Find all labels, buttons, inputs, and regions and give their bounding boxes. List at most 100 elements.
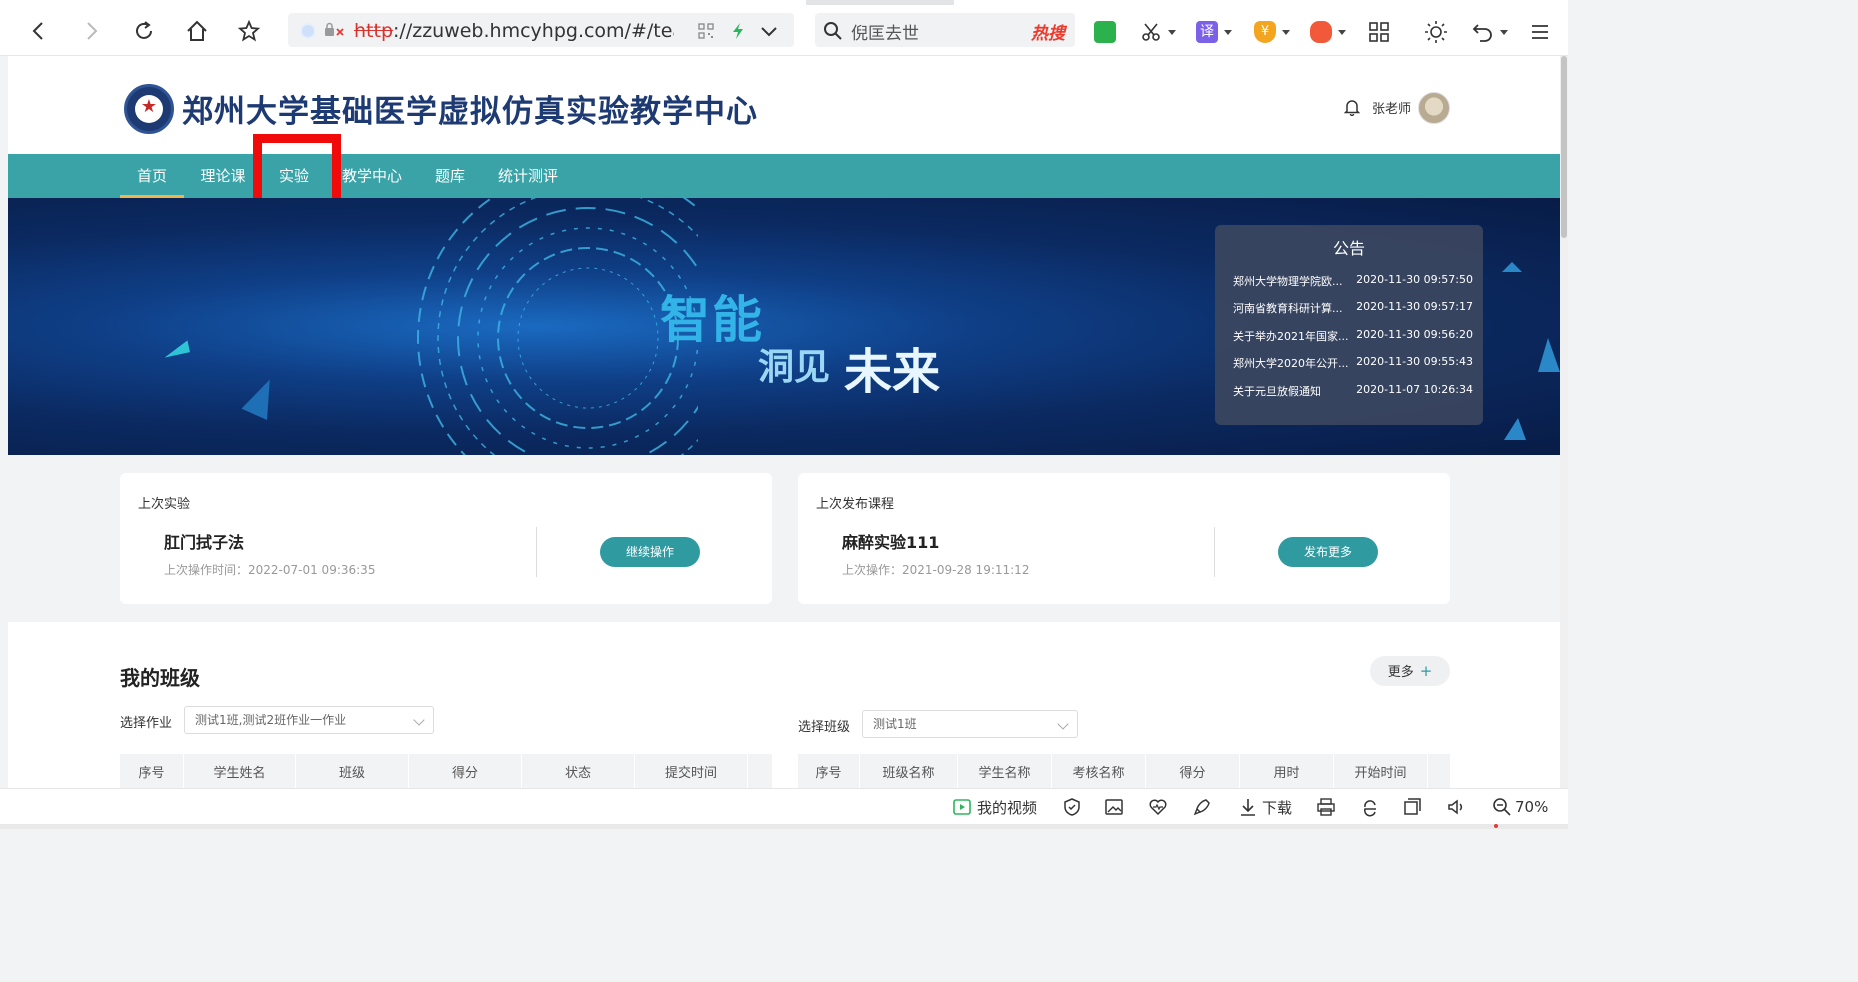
gamepad-icon — [1310, 21, 1332, 43]
apps-button[interactable] — [1368, 20, 1390, 44]
security-button[interactable] — [1062, 796, 1082, 818]
nav-statistics[interactable]: 统计测评 — [496, 154, 560, 198]
announcement-item[interactable]: 郑州大学物理学院欧... 2020-11-30 09:57:50 — [1233, 273, 1473, 289]
nav-question-bank[interactable]: 题库 — [432, 154, 468, 198]
column-header[interactable]: 得分 — [1146, 754, 1240, 788]
experiment-name[interactable]: 肛门拭子法 — [164, 529, 244, 553]
bookmark-button[interactable] — [232, 14, 266, 48]
username[interactable]: 张老师 — [1372, 98, 1411, 117]
reload-button[interactable] — [127, 14, 161, 48]
divider — [1214, 527, 1215, 577]
edge-button[interactable] — [1360, 796, 1380, 818]
boost-button[interactable] — [1192, 796, 1212, 818]
download-icon — [1241, 799, 1255, 816]
column-header[interactable]: 学生名称 — [958, 754, 1052, 788]
coin-shield-icon: ¥ — [1254, 21, 1276, 43]
my-classes-section: 我的班级 更多 + 选择作业 测试1班,测试2班作业一作业 选择班级 测试1班 序… — [8, 622, 1560, 788]
download-button[interactable]: 下载 — [1238, 796, 1292, 818]
column-header[interactable]: 用时 — [1240, 754, 1334, 788]
announcement-item[interactable]: 关于举办2021年国家... 2020-11-30 09:56:20 — [1233, 328, 1473, 344]
site-header: ★ 郑州大学基础医学虚拟仿真实验教学中心 张老师 — [8, 56, 1560, 154]
main-nav: 首页 理论课 实验 教学中心 题库 统计测评 — [8, 154, 1560, 198]
qr-code-icon[interactable] — [698, 23, 714, 39]
my-videos-button[interactable]: 我的视频 — [952, 796, 1037, 818]
announcement-title: 公告 — [1332, 239, 1365, 258]
column-header[interactable]: 开始时间 — [1334, 754, 1428, 788]
hero-banner[interactable]: 智能 洞见 未来 公告 郑州大学物理学院欧... 2020-11-30 09:57… — [8, 198, 1560, 455]
column-header[interactable]: 提交时间 — [635, 754, 748, 788]
avatar[interactable] — [1418, 92, 1450, 124]
last-experiment-card: 上次实验 肛门拭子法 上次操作时间：2022-07-01 09:36:35 继续… — [120, 473, 772, 604]
image-button[interactable] — [1104, 796, 1124, 818]
image-icon — [1105, 799, 1123, 815]
more-button[interactable]: 更多 + — [1370, 656, 1450, 686]
back-button[interactable] — [22, 14, 56, 48]
site-info-icon[interactable] — [300, 23, 316, 39]
banner-slogan-future: 未来 — [844, 344, 941, 400]
nav-theory-course[interactable]: 理论课 — [194, 154, 252, 198]
address-bar[interactable]: http://zzuweb.hmcyhpg.com/#/teache — [288, 13, 794, 47]
column-header[interactable]: 状态 — [522, 754, 635, 788]
coupon-extension[interactable]: ¥ — [1254, 20, 1290, 44]
course-name[interactable]: 麻醉实验111 — [842, 529, 939, 553]
insecure-lock-icon[interactable] — [324, 22, 346, 38]
scrollbar-thumb[interactable] — [1561, 56, 1567, 238]
window-button[interactable] — [1402, 796, 1422, 818]
zoom-control[interactable]: 70% — [1492, 796, 1548, 818]
chevron-down-icon[interactable] — [760, 24, 778, 38]
banner-slogan-smart: 智能 — [660, 291, 764, 349]
scissors-icon — [1142, 23, 1160, 41]
brightness-button[interactable] — [1424, 20, 1448, 44]
column-header[interactable]: 序号 — [798, 754, 860, 788]
hamburger-icon — [1532, 25, 1548, 39]
plus-icon: + — [1419, 662, 1433, 680]
publish-more-button[interactable]: 发布更多 — [1278, 537, 1378, 567]
browser-toolbar: http://zzuweb.hmcyhpg.com/#/teache 倪匡去世 … — [0, 6, 1568, 56]
game-extension[interactable] — [1310, 20, 1346, 44]
nav-teaching-center[interactable]: 教学中心 — [342, 154, 402, 198]
column-header[interactable]: 班级名称 — [860, 754, 958, 788]
back-arrow-icon — [32, 22, 43, 40]
tech-circuit-graphic — [417, 198, 698, 455]
column-header[interactable]: 班级 — [296, 754, 409, 788]
browser-search-box[interactable]: 倪匡去世 热搜 — [815, 13, 1075, 47]
announcement-panel: 公告 郑州大学物理学院欧... 2020-11-30 09:57:50 河南省教育… — [1215, 225, 1483, 425]
health-button[interactable] — [1148, 796, 1168, 818]
column-header[interactable]: 得分 — [409, 754, 522, 788]
class-select[interactable]: 测试1班 — [862, 710, 1078, 738]
translate-extension[interactable]: 译 — [1196, 20, 1232, 44]
search-query[interactable]: 倪匡去世 — [851, 19, 919, 44]
bell-icon[interactable] — [1344, 98, 1360, 116]
home-button[interactable] — [180, 14, 214, 48]
print-button[interactable] — [1316, 796, 1336, 818]
column-header[interactable]: 学生姓名 — [184, 754, 296, 788]
assignment-select-label: 选择作业 — [120, 716, 173, 731]
column-header[interactable]: 考核名称 — [1052, 754, 1146, 788]
forward-button[interactable] — [74, 14, 108, 48]
volume-button[interactable] — [1446, 796, 1466, 818]
hot-search-label[interactable]: 热搜 — [1031, 19, 1065, 44]
undo-icon — [1472, 24, 1492, 42]
screenshot-extension[interactable] — [1140, 20, 1176, 44]
forward-arrow-icon — [87, 22, 98, 40]
announcement-item[interactable]: 河南省教育科研计算... 2020-11-30 09:57:17 — [1233, 300, 1473, 316]
lightning-icon[interactable] — [730, 22, 746, 40]
undo-button[interactable] — [1472, 20, 1508, 44]
grid-icon — [1369, 22, 1389, 42]
nav-experiment[interactable]: 实验 — [272, 154, 316, 198]
nav-home[interactable]: 首页 — [120, 154, 184, 198]
announcement-item[interactable]: 关于元旦放假通知 2020-11-07 10:26:34 — [1233, 383, 1473, 399]
column-header[interactable]: 序号 — [120, 754, 184, 788]
url-text[interactable]: http://zzuweb.hmcyhpg.com/#/teache — [354, 20, 674, 42]
reader-extension[interactable] — [1094, 20, 1116, 44]
video-play-icon — [953, 799, 971, 815]
site-title[interactable]: 郑州大学基础医学虚拟仿真实验教学中心 — [182, 86, 758, 131]
menu-button[interactable] — [1530, 20, 1550, 44]
page-scrollbar[interactable] — [1560, 56, 1568, 788]
chevron-down-icon — [413, 714, 425, 726]
assignment-select[interactable]: 测试1班,测试2班作业一作业 — [184, 706, 434, 734]
university-logo[interactable]: ★ — [124, 84, 174, 134]
continue-button[interactable]: 继续操作 — [600, 537, 700, 567]
announcement-item[interactable]: 郑州大学2020年公开... 2020-11-30 09:55:43 — [1233, 355, 1473, 371]
chevron-down-icon — [1057, 718, 1069, 730]
